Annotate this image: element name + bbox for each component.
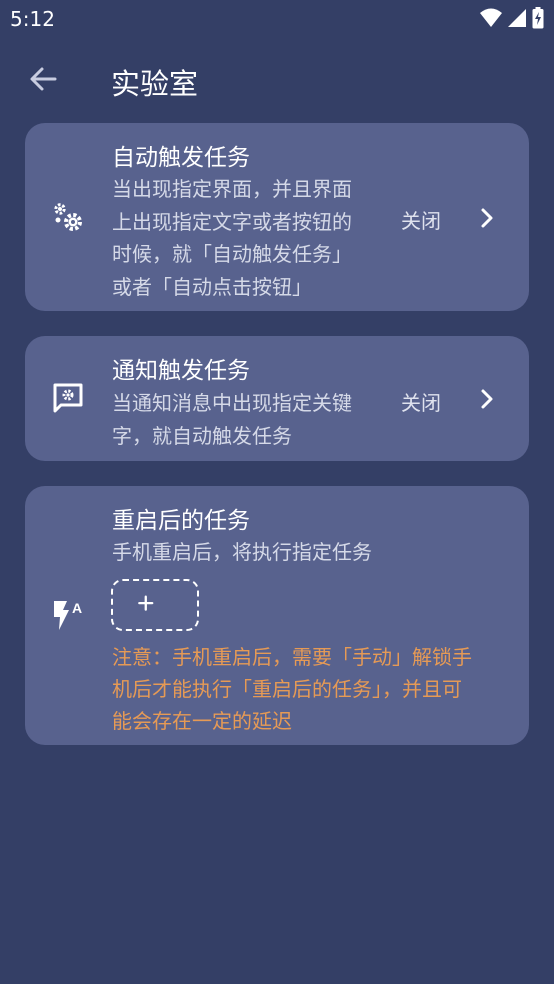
reboot-warning-text: 注意：手机重启后，需要「手动」解锁手 机后才能执行「重启后的任务」，并且可 能会… (112, 641, 472, 737)
warning-line: 能会存在一定的延迟 (112, 709, 292, 733)
chevron-right-icon (481, 208, 493, 228)
description-line: 上出现指定文字或者按钮的 (112, 209, 352, 234)
state-label: 关闭 (401, 209, 441, 233)
chevron-right-icon (481, 389, 493, 409)
status-icons (480, 7, 544, 29)
description-line: 当通知消息中出现指定关键 (112, 391, 352, 415)
state-label: 关闭 (401, 391, 441, 415)
app-bar: 实验室 (0, 50, 554, 110)
description-line: 或者「自动点击按钮」 (112, 274, 312, 299)
status-bar: 5:12 (0, 0, 554, 40)
page-title: 实验室 (111, 67, 199, 101)
card-title: 重启后的任务 (112, 508, 250, 534)
notification-trigger-task-card[interactable]: 通知触发任务 当通知消息中出现指定关键 字，就自动触发任务 关闭 (25, 336, 529, 461)
battery-charging-icon (532, 7, 544, 29)
status-time: 5:12 (10, 7, 55, 31)
description-line: 时候，就「自动触发任务」 (112, 242, 352, 266)
description-line: 字，就自动触发任务 (112, 423, 292, 448)
card-title: 自动触发任务 (112, 145, 250, 171)
card-description: 手机重启后，将执行指定任务 (112, 536, 372, 569)
arrow-back-icon (30, 67, 57, 91)
reboot-task-card: A 重启后的任务 手机重启后，将执行指定任务 注意：手机重启后，需要「手动」解锁… (25, 486, 529, 745)
svg-text:A: A (72, 600, 82, 616)
card-description: 当出现指定界面，并且界面 上出现指定文字或者按钮的 时候，就「自动触发任务」 或… (112, 173, 352, 303)
description-line: 手机重启后，将执行指定任务 (112, 540, 372, 564)
message-gear-icon (53, 383, 83, 413)
warning-line: 注意：手机重启后，需要「手动」解锁手 (112, 645, 472, 669)
description-line: 当出现指定界面，并且界面 (112, 177, 352, 201)
card-description: 当通知消息中出现指定关键 字，就自动触发任务 (112, 387, 352, 452)
flash-auto-icon: A (54, 600, 82, 630)
add-task-button[interactable] (111, 579, 199, 631)
cellular-signal-icon (508, 9, 526, 27)
wifi-icon (480, 8, 502, 27)
auto-trigger-task-card[interactable]: 自动触发任务 当出现指定界面，并且界面 上出现指定文字或者按钮的 时候，就「自动… (25, 123, 529, 311)
back-button[interactable] (26, 62, 60, 96)
gears-icon (54, 203, 82, 231)
plus-icon (138, 595, 154, 611)
warning-line: 机后才能执行「重启后的任务」，并且可 (112, 677, 462, 701)
card-title: 通知触发任务 (112, 358, 250, 384)
